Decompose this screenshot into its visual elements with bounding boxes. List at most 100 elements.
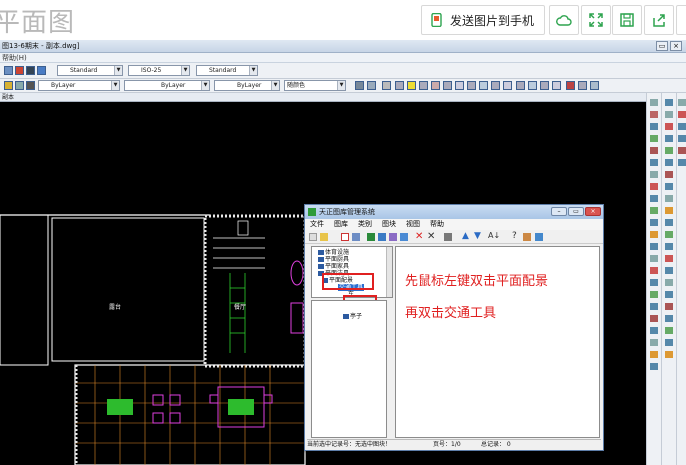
tree-item[interactable]: 平面厨具 xyxy=(318,256,349,263)
menu-help[interactable]: 帮助 xyxy=(430,219,444,230)
view-icon[interactable] xyxy=(352,233,360,241)
tool-icon[interactable] xyxy=(650,339,658,346)
tool-icon[interactable] xyxy=(650,231,658,238)
minimize-button[interactable]: ▭ xyxy=(656,41,668,51)
lineweight-select[interactable]: ByLayer ▼ xyxy=(214,80,280,91)
tool-icon[interactable] xyxy=(540,81,549,90)
tool-icon[interactable] xyxy=(665,303,673,310)
tool-icon[interactable] xyxy=(367,81,376,90)
copy-icon[interactable] xyxy=(389,233,397,241)
tool-icon[interactable] xyxy=(491,81,500,90)
grid-icon[interactable] xyxy=(444,233,452,241)
tool-icon[interactable] xyxy=(665,243,673,250)
paste-icon[interactable] xyxy=(400,233,408,241)
tool-icon[interactable] xyxy=(665,291,673,298)
tool-icon[interactable] xyxy=(678,99,686,106)
tool-icon[interactable] xyxy=(665,267,673,274)
tool-icon[interactable] xyxy=(650,291,658,298)
tool-icon[interactable] xyxy=(431,81,440,90)
tool-icon[interactable] xyxy=(665,315,673,322)
extra-button[interactable] xyxy=(676,5,686,35)
tool-icon[interactable] xyxy=(355,81,364,90)
tool-icon[interactable] xyxy=(650,111,658,118)
tool-icon[interactable] xyxy=(650,279,658,286)
tool-icon[interactable] xyxy=(665,279,673,286)
down-icon[interactable]: ▼ xyxy=(474,231,481,241)
tool-icon[interactable] xyxy=(665,159,673,166)
tool-icon[interactable] xyxy=(650,171,658,178)
settings-icon[interactable] xyxy=(523,233,531,241)
tool-icon[interactable] xyxy=(665,327,673,334)
tool-icon[interactable] xyxy=(419,81,428,90)
tool-icon[interactable] xyxy=(382,81,391,90)
tool-icon[interactable] xyxy=(678,147,686,154)
tool-icon[interactable] xyxy=(650,327,658,334)
tool-icon[interactable] xyxy=(650,135,658,142)
tool-icon[interactable] xyxy=(528,81,537,90)
tree-item-pavilion[interactable]: 亭子 xyxy=(343,313,362,320)
tool-icon[interactable] xyxy=(650,255,658,262)
tool-icon[interactable] xyxy=(650,147,658,154)
tool-icon[interactable] xyxy=(650,351,658,358)
category-tree[interactable]: 体育设施 平面厨具 平面家具 平面洁具 平面配景 交通工具 车 人物 xyxy=(311,246,393,298)
tree-item[interactable]: 平面家具 xyxy=(318,263,349,270)
tool-icon[interactable] xyxy=(578,81,587,90)
tool-icon[interactable] xyxy=(665,219,673,226)
tool-icon[interactable] xyxy=(678,123,686,130)
tool-icon[interactable] xyxy=(665,111,673,118)
open-folder-icon[interactable] xyxy=(320,233,328,241)
up-icon[interactable]: ▲ xyxy=(462,231,469,241)
sort-icon[interactable]: A↓ xyxy=(488,231,500,240)
tool-icon[interactable] xyxy=(665,231,673,238)
tool-icon[interactable] xyxy=(650,207,658,214)
share-button[interactable] xyxy=(644,5,674,35)
tool-icon[interactable] xyxy=(650,303,658,310)
tool-icon[interactable] xyxy=(665,123,673,130)
toolbar-icon[interactable] xyxy=(15,66,24,75)
tool-icon[interactable] xyxy=(503,81,512,90)
tool-icon[interactable] xyxy=(650,363,658,370)
tool-icon[interactable] xyxy=(395,81,404,90)
tool-icon[interactable] xyxy=(665,147,673,154)
block-list-pane[interactable]: 先鼠标左键双击平面配景 再双击交通工具 xyxy=(395,246,600,438)
select-icon[interactable] xyxy=(341,233,349,241)
cut-icon[interactable]: ✕ xyxy=(427,231,435,242)
menu-file[interactable]: 文件 xyxy=(310,219,324,230)
layer-icon[interactable] xyxy=(26,81,35,90)
tool-icon[interactable] xyxy=(566,81,575,90)
close-button[interactable]: × xyxy=(670,41,682,51)
export-icon[interactable] xyxy=(378,233,386,241)
send-to-phone-button[interactable]: 发送图片到手机 xyxy=(421,5,545,35)
tool-icon[interactable] xyxy=(665,171,673,178)
tool-icon[interactable] xyxy=(665,135,673,142)
tool-icon[interactable] xyxy=(650,159,658,166)
lightbulb-icon[interactable] xyxy=(407,81,416,90)
delete-icon[interactable]: ✕ xyxy=(415,231,423,242)
tool-icon[interactable] xyxy=(650,243,658,250)
tool-icon[interactable] xyxy=(678,135,686,142)
tool-icon[interactable] xyxy=(590,81,599,90)
save-button[interactable] xyxy=(612,5,642,35)
tool-icon[interactable] xyxy=(650,123,658,130)
tool-icon[interactable] xyxy=(650,99,658,106)
tree-item[interactable]: 体育设施 xyxy=(318,249,349,256)
help-menu[interactable]: 帮助(H) xyxy=(2,54,27,62)
tool-icon[interactable] xyxy=(665,195,673,202)
fullscreen-button[interactable] xyxy=(581,5,611,35)
help-icon[interactable] xyxy=(37,66,46,75)
dim-style-select[interactable]: ISO-25 ▼ xyxy=(128,65,190,76)
tool-icon[interactable] xyxy=(443,81,452,90)
tool-icon[interactable] xyxy=(455,81,464,90)
tool-icon[interactable] xyxy=(552,81,561,90)
tool-icon[interactable] xyxy=(479,81,488,90)
menu-view[interactable]: 视图 xyxy=(406,219,420,230)
tool-icon[interactable] xyxy=(665,99,673,106)
tool-icon[interactable] xyxy=(650,219,658,226)
tool-icon[interactable] xyxy=(665,339,673,346)
tool-icon[interactable] xyxy=(516,81,525,90)
layer-icon[interactable] xyxy=(15,81,24,90)
tool-icon[interactable] xyxy=(650,267,658,274)
dialog-minimize-button[interactable]: – xyxy=(551,207,567,216)
dialog-maximize-button[interactable]: ▭ xyxy=(568,207,584,216)
tool-icon[interactable] xyxy=(650,195,658,202)
